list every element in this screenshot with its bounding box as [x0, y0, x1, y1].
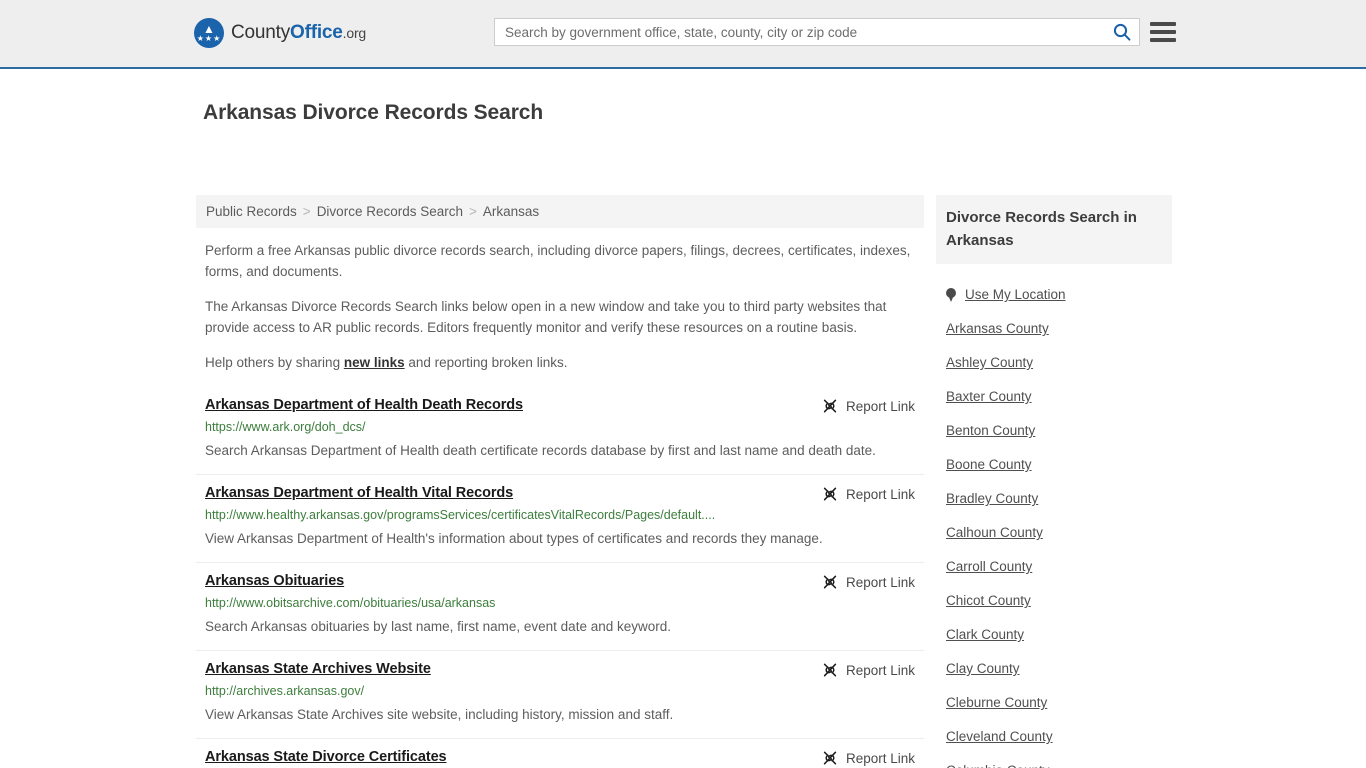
use-my-location-link[interactable]: Use My Location	[936, 287, 1172, 302]
broken-link-icon	[823, 751, 837, 765]
county-link[interactable]: Columbia County	[936, 763, 1172, 768]
results-list: Arkansas Department of Health Death Reco…	[196, 387, 924, 768]
broken-link-icon	[823, 399, 837, 413]
breadcrumb-item-divorce-records-search[interactable]: Divorce Records Search	[317, 204, 463, 219]
result-item: Arkansas Obituaries Report Link http://www…	[196, 562, 924, 650]
broken-link-icon	[823, 487, 837, 501]
result-url: https://www.ark.org/doh_dcs/	[205, 420, 366, 434]
result-item: Arkansas Department of Health Vital Reco…	[196, 474, 924, 562]
report-link-button[interactable]: Report Link	[822, 486, 915, 502]
report-link-label: Report Link	[845, 398, 915, 414]
intro-paragraph-2: The Arkansas Divorce Records Search link…	[205, 299, 887, 335]
breadcrumb-item-arkansas[interactable]: Arkansas	[483, 204, 539, 219]
result-header: Arkansas Department of Health Death Reco…	[205, 397, 915, 414]
page-title: Arkansas Divorce Records Search	[203, 101, 544, 125]
report-link-label: Report Link	[845, 486, 915, 502]
report-link-label: Report Link	[845, 574, 915, 590]
report-link-button[interactable]: Report Link	[822, 574, 915, 590]
search-button[interactable]	[1105, 19, 1139, 45]
county-links-list: Arkansas County Ashley County Baxter Count…	[936, 321, 1172, 768]
search-icon	[1113, 23, 1131, 41]
sidebar: Divorce Records Search in Arkansas Use M…	[936, 195, 1172, 768]
county-link[interactable]: Cleburne County	[936, 695, 1172, 710]
result-description: View Arkansas Department of Health's inf…	[205, 531, 823, 546]
county-link[interactable]: Clay County	[936, 661, 1172, 676]
search-input[interactable]	[495, 19, 1105, 45]
sidebar-heading: Divorce Records Search in Arkansas	[936, 195, 1172, 264]
brand-wordmark: CountyOffice.org	[231, 22, 366, 44]
intro-paragraph-1: Perform a free Arkansas public divorce r…	[205, 243, 911, 279]
county-link[interactable]: Ashley County	[936, 355, 1172, 370]
result-title-link[interactable]: Arkansas State Archives Website	[205, 661, 431, 677]
county-link[interactable]: Chicot County	[936, 593, 1172, 608]
brand-part-county: County	[231, 22, 291, 43]
breadcrumb-separator-1: >	[302, 204, 311, 219]
county-link[interactable]: Boone County	[936, 457, 1172, 472]
broken-link-icon	[823, 663, 837, 677]
report-link-button[interactable]: Report Link	[822, 662, 915, 678]
breadcrumb-separator-2: >	[469, 204, 477, 219]
county-link[interactable]: Cleveland County	[936, 729, 1172, 744]
brand-part-org: .org	[342, 25, 367, 41]
hamburger-menu-icon-bar-2	[1150, 30, 1176, 34]
result-url: http://archives.arkansas.gov/	[205, 684, 365, 698]
county-link[interactable]: Arkansas County	[936, 321, 1172, 336]
result-title-link[interactable]: Arkansas Obituaries	[205, 573, 344, 589]
site-header: ▲ ★★★ CountyOffice.org	[0, 0, 1366, 69]
page-body: Arkansas Divorce Records Search Public R…	[0, 69, 1366, 768]
map-pin-icon	[946, 287, 956, 302]
brand-part-office: Office	[290, 22, 343, 43]
hamburger-menu-icon-bar-1	[1150, 22, 1176, 26]
result-item: Arkansas State Archives Website Report Li…	[196, 650, 924, 738]
intro-paragraph-3: Help others by sharing new links and rep…	[196, 352, 924, 373]
result-header: Arkansas State Archives Website Report Li…	[205, 661, 915, 678]
result-url: http://www.obitsarchive.com/obituaries/u…	[205, 596, 496, 610]
broken-link-icon	[823, 575, 837, 589]
use-my-location-label: Use My Location	[965, 287, 1066, 302]
breadcrumb: Public Records > Divorce Records Search …	[196, 195, 924, 228]
result-item: Arkansas Department of Health Death Reco…	[196, 387, 924, 474]
result-title-link[interactable]: Arkansas Department of Health Death Reco…	[205, 397, 523, 413]
new-links-link[interactable]: new links	[344, 355, 405, 370]
county-link[interactable]: Baxter County	[936, 389, 1172, 404]
intro-p3-after: and reporting broken links.	[404, 355, 568, 370]
county-link[interactable]: Benton County	[936, 423, 1172, 438]
report-link-label: Report Link	[845, 662, 915, 678]
report-link-label: Report Link	[845, 750, 915, 766]
result-description: Search Arkansas obituaries by last name,…	[205, 619, 671, 634]
result-header: Arkansas Obituaries Report Link	[205, 573, 915, 590]
site-logo-link[interactable]: ▲ ★★★ CountyOffice.org	[194, 18, 366, 48]
main-content: Public Records > Divorce Records Search …	[196, 195, 924, 768]
intro-p3-before: Help others by sharing	[205, 355, 344, 370]
county-office-eagle-logo-icon: ▲ ★★★	[194, 18, 224, 48]
result-title-link[interactable]: Arkansas State Divorce Certificates	[205, 749, 447, 765]
result-header: Arkansas Department of Health Vital Reco…	[205, 485, 915, 502]
report-link-button[interactable]: Report Link	[822, 398, 915, 414]
result-title-link[interactable]: Arkansas Department of Health Vital Reco…	[205, 485, 513, 501]
result-description: Search Arkansas Department of Health dea…	[205, 443, 876, 458]
result-url: http://www.healthy.arkansas.gov/programs…	[205, 508, 716, 522]
county-link[interactable]: Bradley County	[936, 491, 1172, 506]
result-header: Arkansas State Divorce Certificates Repor…	[205, 749, 915, 766]
county-link[interactable]: Carroll County	[936, 559, 1172, 574]
result-description: View Arkansas State Archives site websit…	[205, 707, 674, 722]
report-link-button[interactable]: Report Link	[822, 750, 915, 766]
search-bar[interactable]	[494, 18, 1140, 46]
result-item: Arkansas State Divorce Certificates Repor…	[196, 738, 924, 768]
hamburger-menu-icon-bar-3	[1150, 38, 1176, 42]
county-link[interactable]: Calhoun County	[936, 525, 1172, 540]
breadcrumb-item-public-records[interactable]: Public Records	[206, 204, 297, 219]
county-link[interactable]: Clark County	[936, 627, 1172, 642]
hamburger-menu-button[interactable]	[1150, 19, 1176, 45]
